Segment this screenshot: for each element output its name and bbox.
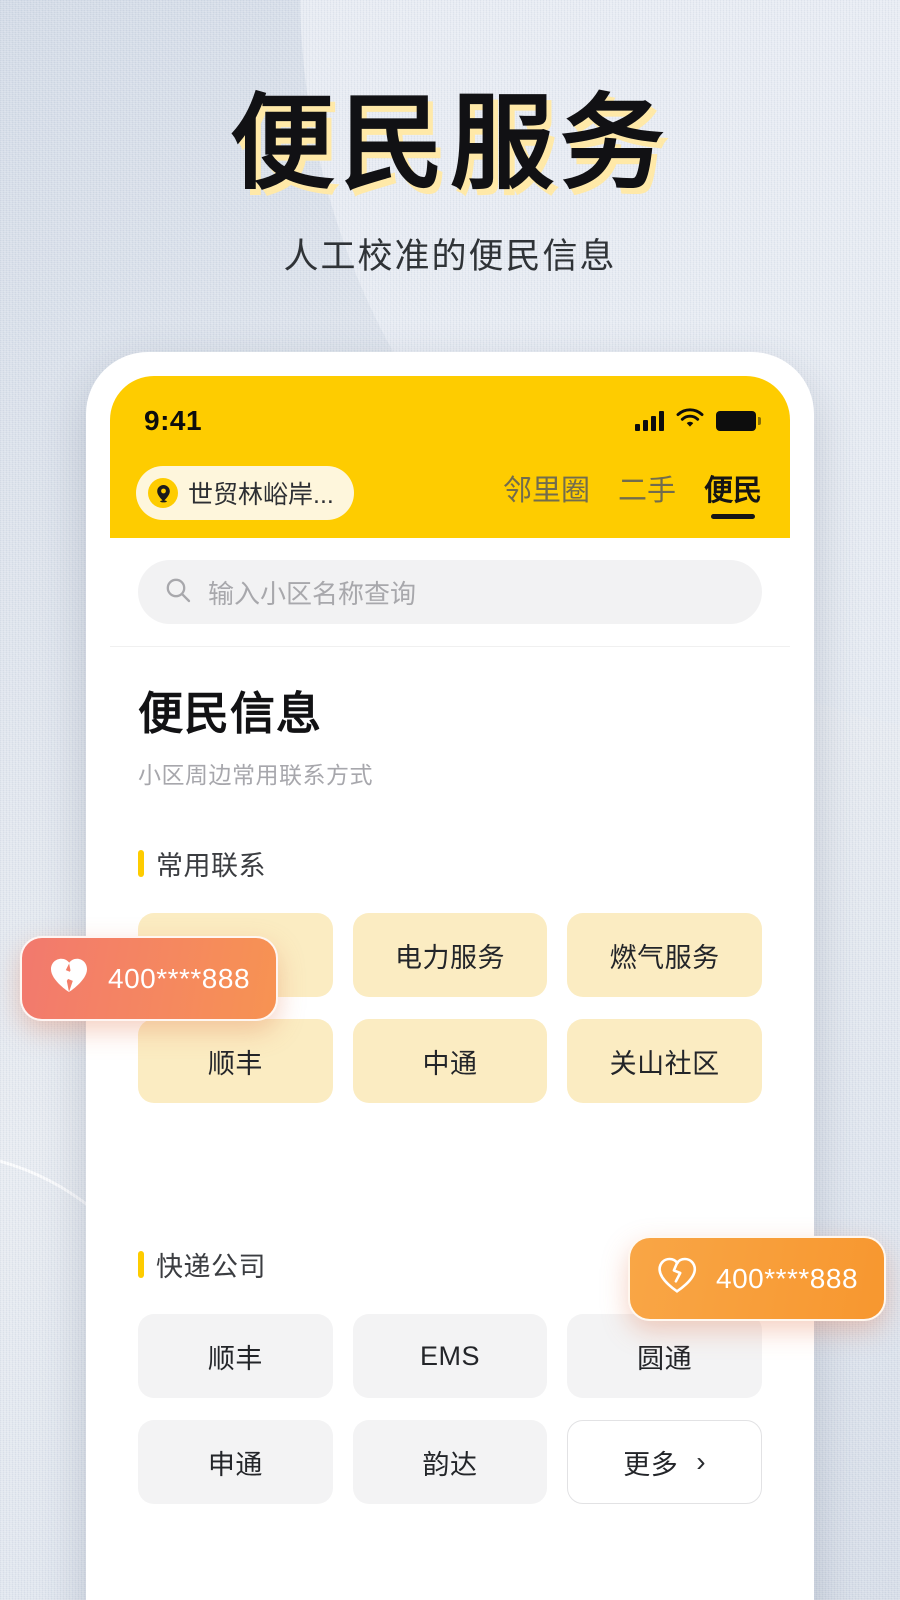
hero-title: 便民服务 — [229, 86, 670, 202]
search-icon — [164, 576, 192, 609]
floating-phone-badge-left[interactable]: 400****888 — [20, 936, 279, 1021]
chip-item[interactable]: 申通 — [138, 1420, 333, 1504]
search-section: 输入小区名称查询 — [110, 538, 790, 647]
location-selector-pill[interactable]: 世贸林峪岸... — [136, 466, 354, 520]
app-nav-row: 世贸林峪岸... 邻里圈 二手 便民 — [110, 450, 790, 520]
section-title: 常用联系 — [156, 851, 266, 881]
status-bar-icons — [635, 408, 761, 434]
tab-services[interactable]: 便民 — [704, 467, 762, 519]
badge-phone-number: 400****888 — [716, 1262, 859, 1294]
chip-item[interactable]: 电力服务 — [352, 913, 548, 997]
app-tabs: 邻里圈 二手 便民 — [503, 467, 762, 519]
section-header-common-contacts: 常用联系 — [138, 844, 762, 883]
main-content: 便民信息 小区周边常用联系方式 常用联系 中... 电力服务 燃气服务 顺丰 中… — [110, 647, 790, 1504]
page-title: 便民信息 — [138, 688, 323, 739]
poster-stage: 便民服务 人工校准的便民信息 9:41 世贸林峪岸... 邻里圈 二手 便民 输… — [0, 0, 900, 1600]
hero-block: 便民服务 人工校准的便民信息 — [0, 0, 900, 279]
chip-item[interactable]: 韵达 — [352, 1420, 548, 1504]
cellular-signal-icon — [635, 411, 664, 431]
hero-subtitle: 人工校准的便民信息 — [283, 237, 617, 277]
status-bar-time: 9:41 — [144, 405, 203, 436]
page-subtitle: 小区周边常用联系方式 — [138, 762, 373, 788]
floating-phone-badge-right[interactable]: 400****888 — [628, 1236, 887, 1321]
wifi-icon — [676, 408, 704, 434]
section-title: 快递公司 — [156, 1252, 266, 1282]
tab-secondhand[interactable]: 二手 — [618, 467, 676, 519]
search-input[interactable]: 输入小区名称查询 — [208, 574, 416, 611]
chip-more-button[interactable]: 更多 › — [567, 1420, 762, 1504]
section-accent-bar — [138, 1251, 144, 1278]
chip-item[interactable]: 圆通 — [567, 1314, 762, 1398]
app-header: 9:41 世贸林峪岸... 邻里圈 二手 便民 — [110, 376, 790, 538]
chip-item[interactable]: 燃气服务 — [567, 913, 762, 997]
location-label: 世贸林峪岸... — [188, 481, 334, 509]
chip-item[interactable]: 中通 — [352, 1019, 548, 1103]
broken-heart-outline-icon — [656, 1256, 698, 1301]
broken-heart-filled-icon — [48, 956, 90, 1001]
search-bar[interactable]: 输入小区名称查询 — [138, 560, 762, 624]
battery-icon — [716, 411, 761, 431]
chip-item[interactable]: 顺丰 — [138, 1019, 333, 1103]
tab-neighborhood[interactable]: 邻里圈 — [503, 467, 590, 519]
chip-item[interactable]: EMS — [352, 1314, 548, 1398]
chevron-right-icon: › — [696, 1446, 707, 1477]
chip-item[interactable]: 关山社区 — [567, 1019, 762, 1103]
status-bar: 9:41 — [110, 376, 790, 450]
chip-more-label: 更多 — [623, 1449, 679, 1480]
badge-phone-number: 400****888 — [108, 962, 251, 994]
location-pin-icon — [148, 478, 178, 508]
section-accent-bar — [138, 850, 144, 877]
chip-item[interactable]: 顺丰 — [138, 1314, 333, 1398]
chip-grid-courier-companies: 顺丰 EMS 圆通 申通 韵达 更多 › — [138, 1314, 762, 1504]
